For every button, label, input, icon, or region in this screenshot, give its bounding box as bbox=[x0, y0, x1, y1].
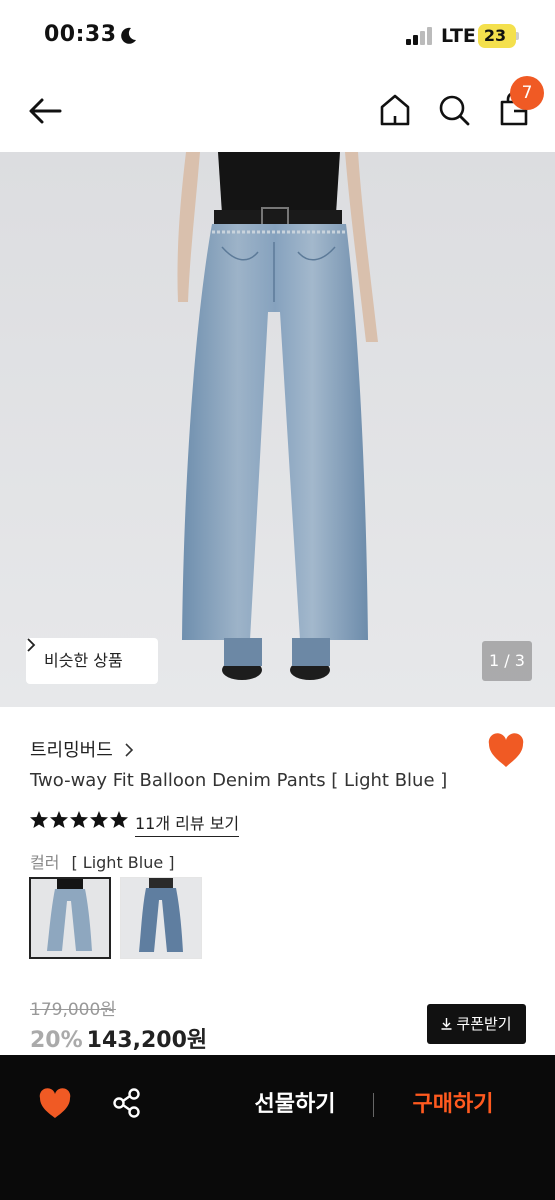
network-label: LTE bbox=[441, 25, 476, 47]
review-link[interactable]: 11개 리뷰 보기 bbox=[135, 810, 240, 837]
original-price: 179,000원 bbox=[30, 1000, 116, 1020]
image-counter: 1 / 3 bbox=[482, 641, 532, 681]
swatch-thumbnail bbox=[121, 878, 201, 958]
discount-rate: 20% bbox=[30, 1028, 83, 1053]
sale-price: 143,200원 bbox=[86, 1028, 208, 1053]
battery-level: 23 bbox=[483, 26, 507, 45]
divider bbox=[373, 1093, 374, 1117]
brand-link[interactable]: 트리밍버드 bbox=[30, 736, 134, 762]
heart-icon[interactable] bbox=[38, 1088, 72, 1120]
battery-tip bbox=[516, 32, 519, 40]
product-name: Two-way Fit Balloon Denim Pants [ Light … bbox=[30, 770, 448, 791]
color-swatch[interactable] bbox=[120, 877, 202, 959]
chevron-right-icon bbox=[27, 638, 36, 652]
product-photo bbox=[0, 152, 555, 707]
moon-icon bbox=[121, 27, 136, 44]
search-icon[interactable] bbox=[436, 91, 472, 129]
status-bar: 00:33 LTE 23 bbox=[0, 0, 555, 74]
signal-icon bbox=[406, 27, 432, 45]
back-arrow-icon[interactable] bbox=[26, 93, 66, 129]
chevron-right-icon bbox=[125, 743, 134, 757]
color-label: 컬러 bbox=[30, 853, 60, 872]
star-rating-icon bbox=[30, 811, 128, 828]
cart-count-badge: 7 bbox=[510, 76, 544, 110]
similar-products-label: 비슷한 상품 bbox=[44, 651, 123, 670]
color-value: [ Light Blue ] bbox=[71, 853, 175, 872]
coupon-label: 쿠폰받기 bbox=[456, 1015, 512, 1033]
price-row: 20% 143,200원 bbox=[30, 1022, 207, 1054]
home-icon[interactable] bbox=[377, 91, 413, 129]
coupon-download-button[interactable]: 쿠폰받기 bbox=[427, 1004, 526, 1044]
buy-button[interactable]: 구매하기 bbox=[396, 1085, 510, 1125]
heart-icon[interactable] bbox=[487, 733, 525, 769]
bottom-action-bar: 선물하기 구매하기 bbox=[0, 1055, 555, 1200]
product-image-gallery[interactable]: 비슷한 상품 1 / 3 bbox=[0, 152, 555, 707]
share-icon[interactable] bbox=[112, 1087, 142, 1119]
download-icon bbox=[441, 1018, 452, 1030]
gift-button[interactable]: 선물하기 bbox=[238, 1085, 352, 1125]
battery-icon: 23 bbox=[478, 24, 519, 48]
nav-bar: 7 bbox=[0, 74, 555, 152]
similar-products-button[interactable]: 비슷한 상품 bbox=[26, 638, 158, 684]
color-option-row: 컬러 [ Light Blue ] bbox=[30, 849, 175, 873]
brand-name: 트리밍버드 bbox=[30, 740, 113, 761]
color-swatch-selected[interactable] bbox=[29, 877, 111, 959]
swatch-thumbnail bbox=[31, 879, 109, 957]
status-time: 00:33 bbox=[44, 22, 117, 47]
